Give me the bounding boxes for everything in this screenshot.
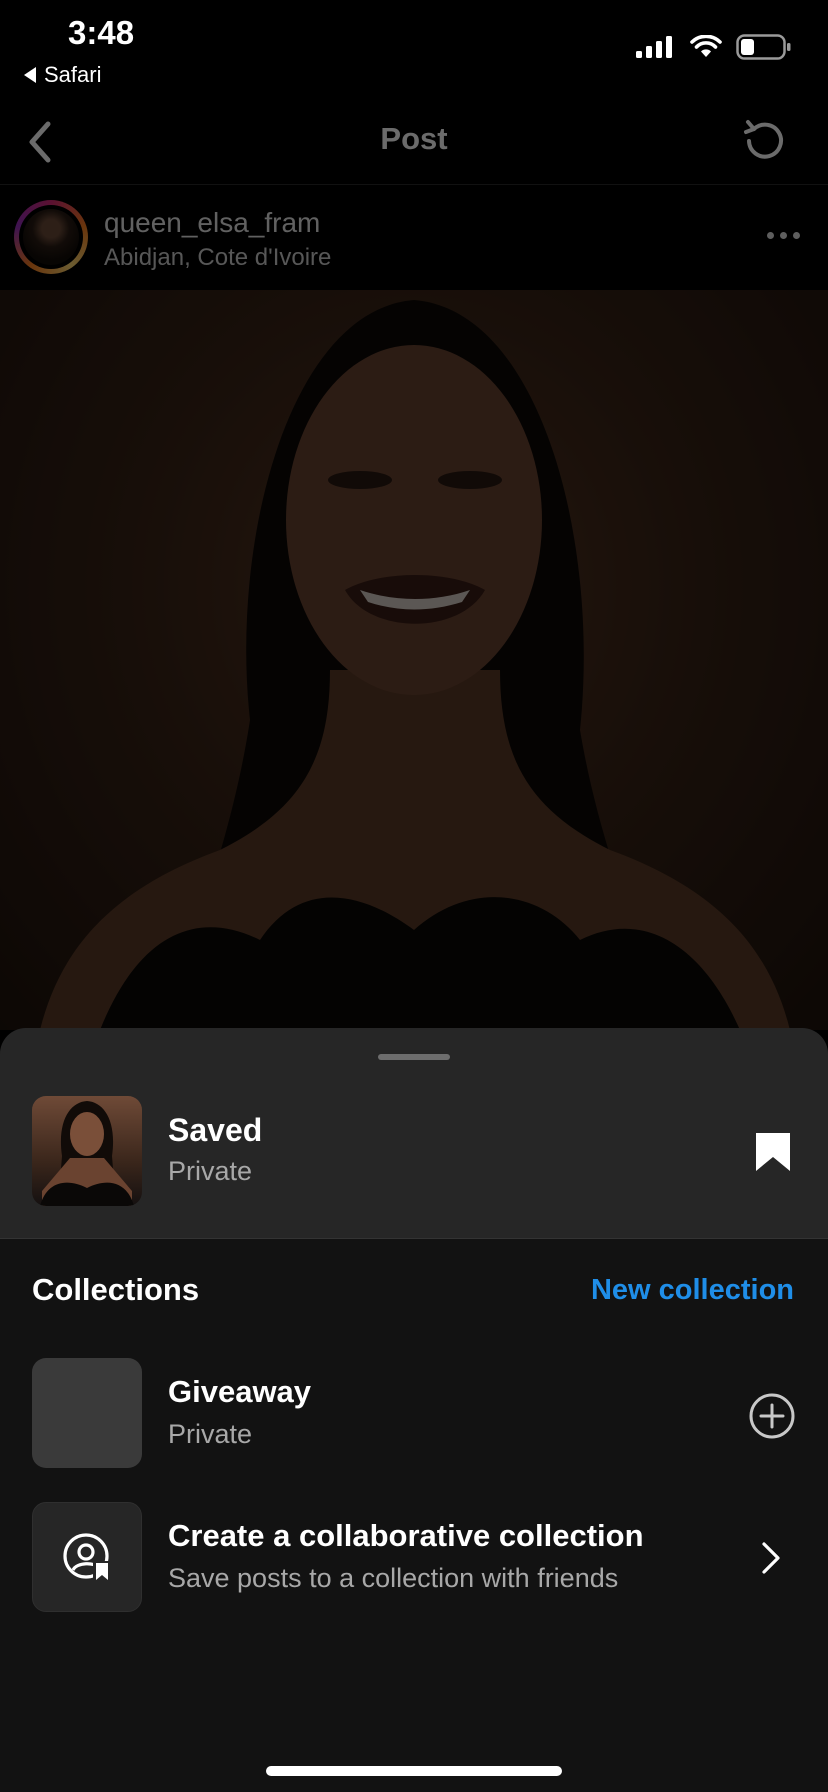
saved-thumbnail <box>32 1096 142 1206</box>
collection-title[interactable]: Giveaway <box>168 1374 311 1410</box>
plus-circle-icon[interactable] <box>748 1392 796 1440</box>
bookmark-filled-icon[interactable] <box>754 1131 792 1173</box>
back-to-safari[interactable]: Safari <box>24 62 101 88</box>
saved-thumbnail-image <box>40 1101 134 1206</box>
more-horizontal-icon[interactable] <box>767 232 800 239</box>
avatar[interactable] <box>23 209 79 265</box>
collaborative-collection-icon <box>63 1533 111 1582</box>
refresh-icon[interactable] <box>740 116 790 166</box>
create-collaborative-subtitle: Save posts to a collection with friends <box>168 1563 619 1593</box>
page-title: Post <box>380 121 448 156</box>
status-time: 3:48 <box>68 14 135 51</box>
portrait-illustration <box>40 300 790 1030</box>
status-icons <box>636 34 792 60</box>
giveaway-thumbnail[interactable] <box>32 1358 142 1468</box>
post-photo[interactable] <box>0 290 828 1030</box>
chevron-right-icon[interactable] <box>760 1540 782 1576</box>
create-collaborative-title[interactable]: Create a collaborative collection <box>168 1518 644 1554</box>
battery-icon <box>736 34 791 60</box>
sheet-divider <box>0 1238 828 1239</box>
collections-heading: Collections <box>32 1272 200 1307</box>
collection-privacy: Private <box>168 1419 253 1449</box>
wifi-icon <box>690 35 722 57</box>
saved-privacy: Private <box>168 1156 253 1186</box>
header-divider <box>0 184 828 185</box>
post-location[interactable]: Abidjan, Cote d'Ivoire <box>104 244 331 272</box>
saved-title: Saved <box>168 1112 263 1148</box>
home-indicator[interactable] <box>266 1766 562 1776</box>
back-app-label: Safari <box>44 62 102 87</box>
post-username[interactable]: queen_elsa_fram <box>104 207 320 239</box>
cellular-signal-icon <box>636 36 672 58</box>
new-collection-button[interactable]: New collection <box>591 1274 794 1307</box>
save-to-collection-sheet: Saved Private Collections New collection… <box>0 1028 828 1792</box>
sheet-grabber[interactable] <box>378 1054 450 1060</box>
back-triangle-icon <box>24 67 36 83</box>
